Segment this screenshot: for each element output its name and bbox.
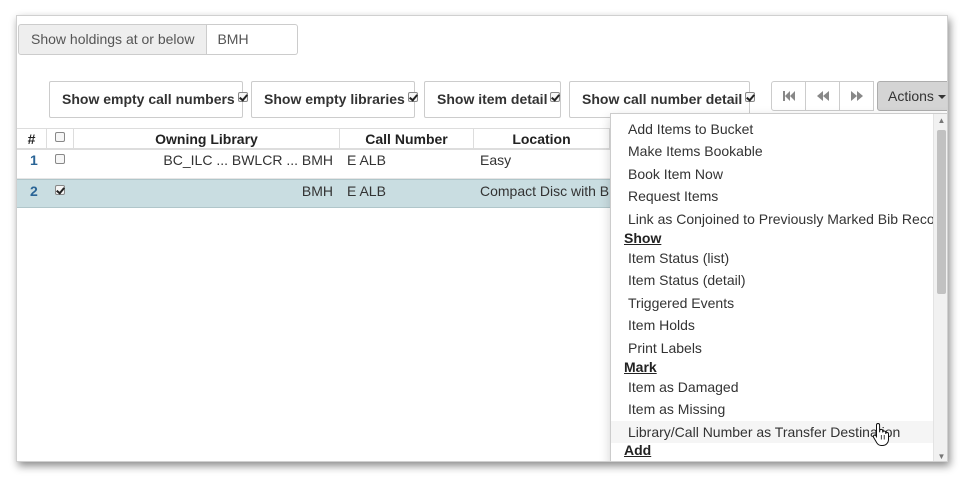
actions-dropdown-menu: Add Items to Bucket Make Items Bookable …: [610, 113, 947, 461]
menu-item-item-status-detail[interactable]: Item Status (detail): [611, 269, 933, 291]
toggle-item-detail[interactable]: Show item detail: [424, 81, 561, 118]
actions-button-label: Actions: [888, 88, 934, 104]
location-cell: Easy: [480, 152, 512, 168]
column-header-select[interactable]: [47, 129, 74, 149]
next-page-button[interactable]: [839, 81, 874, 111]
row-checkbox[interactable]: [55, 151, 65, 171]
toggle-empty-call-numbers-label: Show empty call numbers: [62, 91, 235, 107]
checkbox-item-detail[interactable]: [550, 92, 561, 102]
menu-item-item-as-missing[interactable]: Item as Missing: [611, 398, 933, 420]
holdings-filter: Show holdings at or below: [18, 24, 299, 55]
toggle-call-number-detail-label: Show call number detail: [582, 91, 743, 107]
menu-scrollbar[interactable]: ▲ ▼: [933, 114, 947, 461]
column-header-number[interactable]: #: [17, 129, 47, 149]
scrollbar-thumb[interactable]: [937, 130, 946, 294]
menu-item-add-items-to-bucket[interactable]: Add Items to Bucket: [611, 118, 933, 140]
scroll-down-icon[interactable]: ▼: [934, 450, 947, 461]
skip-first-icon: [782, 91, 795, 101]
checkbox-empty-call-numbers[interactable]: [237, 92, 248, 102]
owning-library-cell: BMH: [301, 183, 333, 199]
menu-item-request-items[interactable]: Request Items: [611, 185, 933, 207]
column-header-call-number[interactable]: Call Number: [340, 129, 474, 149]
call-number-cell: E ALB: [347, 152, 386, 168]
menu-header-add: Add: [624, 442, 652, 458]
column-header-owning-library[interactable]: Owning Library: [74, 129, 340, 149]
previous-page-button[interactable]: [805, 81, 840, 111]
call-number-cell: E ALB: [347, 183, 386, 199]
menu-item-link-as-conjoined[interactable]: Link as Conjoined to Previously Marked B…: [611, 208, 947, 230]
column-header-location[interactable]: Location: [474, 129, 610, 149]
menu-header-show: Show: [624, 230, 662, 246]
row-number: 2: [30, 183, 38, 199]
pager: [771, 81, 874, 111]
first-page-button[interactable]: [771, 81, 806, 111]
actions-button[interactable]: Actions: [877, 81, 947, 111]
menu-item-make-items-bookable[interactable]: Make Items Bookable: [611, 140, 933, 162]
rewind-icon: [816, 91, 829, 101]
menu-item-triggered-events[interactable]: Triggered Events: [611, 292, 933, 314]
caret-down-icon: [937, 95, 946, 99]
toggle-empty-call-numbers[interactable]: Show empty call numbers: [49, 81, 248, 118]
toggle-empty-libraries-label: Show empty libraries: [264, 91, 405, 107]
holdings-filter-input[interactable]: [207, 24, 299, 55]
hand-cursor-icon: [872, 422, 889, 446]
menu-item-book-item-now[interactable]: Book Item Now: [611, 163, 933, 185]
toggle-empty-libraries[interactable]: Show empty libraries: [251, 81, 418, 118]
checkbox-call-number-detail[interactable]: [745, 92, 756, 102]
menu-header-mark: Mark: [624, 359, 657, 375]
menu-item-item-holds[interactable]: Item Holds: [611, 314, 933, 336]
row-number: 1: [30, 152, 38, 168]
menu-item-item-as-damaged[interactable]: Item as Damaged: [611, 376, 933, 398]
menu-item-print-labels[interactable]: Print Labels: [611, 337, 933, 359]
toggle-item-detail-label: Show item detail: [437, 91, 548, 107]
checkbox-empty-libraries[interactable]: [407, 92, 418, 102]
scroll-up-icon[interactable]: ▲: [934, 114, 947, 128]
holdings-filter-label: Show holdings at or below: [18, 24, 208, 55]
owning-library-cell: BC_ILC ... BWLCR ... BMH: [163, 152, 333, 168]
fast-forward-icon: [850, 91, 863, 101]
select-all-checkbox[interactable]: [55, 132, 65, 142]
holdings-view-panel: Show holdings at or below Show empty cal…: [16, 15, 948, 462]
row-checkbox[interactable]: [55, 182, 65, 202]
menu-item-item-status-list[interactable]: Item Status (list): [611, 247, 933, 269]
location-cell: Compact Disc with B...: [480, 183, 610, 199]
